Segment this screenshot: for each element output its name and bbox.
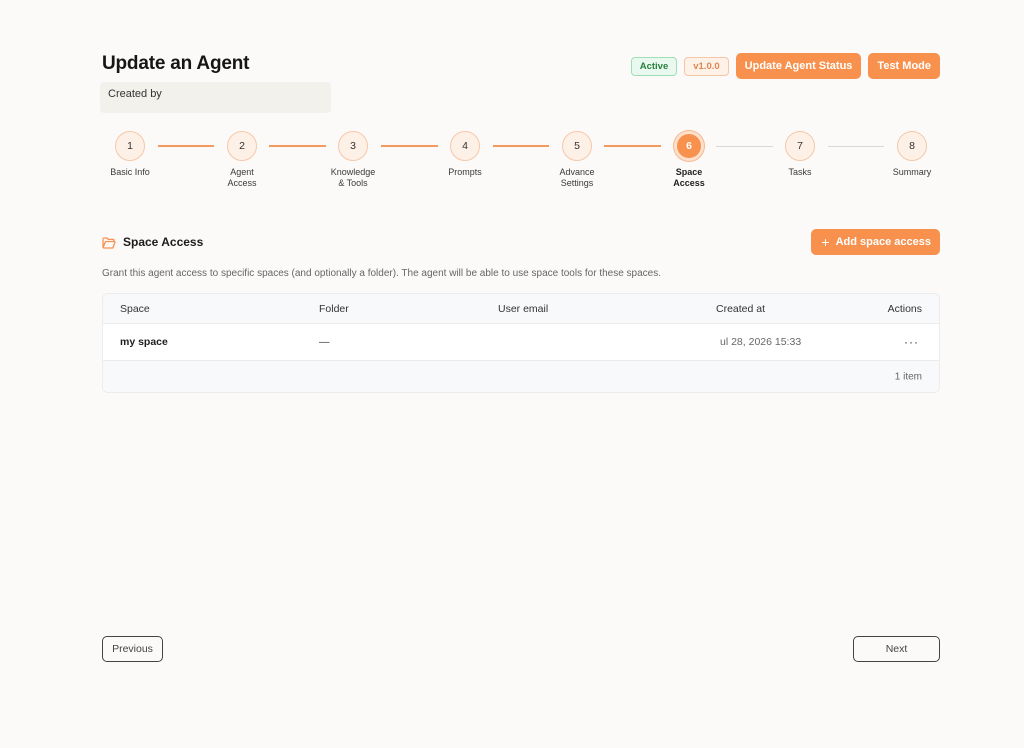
step-connector <box>493 145 549 147</box>
stepper: 1 Basic Info 2 Agent Access 3 Knowledge & … <box>102 131 940 191</box>
section-description: Grant this agent access to specific spac… <box>102 268 662 279</box>
step-knowledge-tools[interactable]: 3 Knowledge & Tools <box>318 131 388 189</box>
add-space-access-button[interactable]: + Add space access <box>811 229 940 255</box>
step-summary[interactable]: 8 Summary <box>877 131 947 178</box>
step-label: Summary <box>892 167 932 177</box>
section-header: Space Access <box>102 235 203 249</box>
table-row[interactable]: my space — ul 28, 2026 15:33 ··· <box>103 324 939 361</box>
update-agent-status-button[interactable]: Update Agent Status <box>735 53 862 79</box>
step-number: 3 <box>338 131 368 161</box>
step-number: 6 <box>674 131 704 161</box>
step-number: 2 <box>227 131 257 161</box>
previous-button[interactable]: Previous <box>102 636 163 662</box>
column-header-actions: Actions <box>887 302 922 315</box>
step-prompts[interactable]: 4 Prompts <box>430 131 500 178</box>
step-number: 4 <box>450 131 480 161</box>
column-header-user-email[interactable]: User email <box>498 303 548 315</box>
test-mode-button[interactable]: Test Mode <box>868 53 940 79</box>
step-label: Tasks <box>788 167 812 177</box>
step-label: Agent Access <box>227 167 257 188</box>
next-button[interactable]: Next <box>853 636 940 662</box>
cell-folder: — <box>319 336 330 348</box>
step-number: 7 <box>785 131 815 161</box>
column-header-space[interactable]: Space <box>120 303 150 315</box>
step-label: Prompts <box>448 167 482 177</box>
step-label: Basic Info <box>110 167 150 177</box>
created-by-field: Created by <box>100 82 331 113</box>
cell-created-at: ul 28, 2026 15:33 <box>720 336 802 348</box>
item-count: 1 item <box>894 371 922 383</box>
add-space-access-label: Add space access <box>835 236 931 248</box>
version-badge: v1.0.0 <box>684 56 729 76</box>
step-connector <box>158 145 214 147</box>
space-access-table: Space Folder User email Created at Actio… <box>102 293 940 393</box>
page-title: Update an Agent <box>102 53 250 74</box>
plus-icon: + <box>821 234 830 250</box>
step-space-access[interactable]: 6 Space Access <box>654 131 724 189</box>
row-actions-menu-icon[interactable]: ··· <box>904 335 919 349</box>
created-by-label: Created by <box>108 88 162 100</box>
step-tasks[interactable]: 7 Tasks <box>765 131 835 178</box>
step-agent-access[interactable]: 2 Agent Access <box>207 131 277 189</box>
cell-space: my space <box>120 336 168 348</box>
step-connector <box>604 145 661 147</box>
step-connector <box>828 146 884 147</box>
table-footer: 1 item <box>103 361 939 392</box>
header-actions: Active v1.0.0 Update Agent Status Test M… <box>630 53 940 79</box>
step-label: Knowledge & Tools <box>330 167 376 188</box>
column-header-folder[interactable]: Folder <box>319 303 349 315</box>
step-number: 1 <box>115 131 145 161</box>
table-header: Space Folder User email Created at Actio… <box>103 294 939 324</box>
status-badge: Active <box>630 56 678 76</box>
column-header-created-at[interactable]: Created at <box>716 303 765 315</box>
step-label: Space Access <box>673 167 705 188</box>
step-label: Advance Settings <box>559 167 595 188</box>
folder-open-icon <box>102 236 116 249</box>
step-advance-settings[interactable]: 5 Advance Settings <box>542 131 612 189</box>
step-number: 5 <box>562 131 592 161</box>
section-title: Space Access <box>123 235 204 249</box>
step-number: 8 <box>897 131 927 161</box>
step-basic-info[interactable]: 1 Basic Info <box>95 131 165 178</box>
